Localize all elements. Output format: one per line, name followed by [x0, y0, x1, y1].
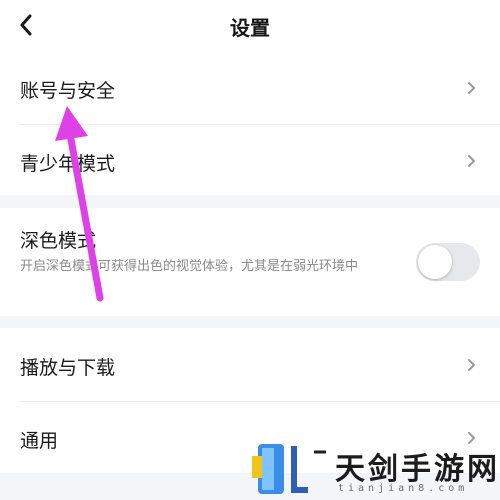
top-bar: 设置 [0, 0, 500, 52]
dark-mode-toggle[interactable] [416, 243, 480, 281]
chevron-right-icon [468, 155, 475, 167]
row-teen-mode[interactable]: 青少年模式 [0, 125, 500, 195]
account-section: 账号与安全 青少年模式 [0, 52, 500, 195]
watermark: 天剑手游网 tianjian8.com [248, 438, 500, 500]
row-label: 青少年模式 [20, 153, 116, 175]
dark-mode-label: 深色模式 [20, 230, 97, 252]
chevron-right-icon [468, 82, 475, 94]
row-play-download[interactable]: 播放与下载 [0, 328, 500, 401]
page-title: 设置 [230, 16, 270, 40]
row-account-security[interactable]: 账号与安全 [0, 52, 500, 124]
row-label: 播放与下载 [20, 357, 116, 379]
chevron-right-icon [468, 359, 475, 371]
watermark-url: tianjian8.com [338, 483, 469, 494]
watermark-name: 天剑手游网 [335, 452, 500, 487]
watermark-logo-icon [252, 444, 326, 494]
row-label: 通用 [20, 430, 59, 452]
row-label: 账号与安全 [20, 80, 116, 102]
dark-mode-description: 开启深色模式可获得出色的视觉体验，尤其是在弱光环境中 [20, 259, 359, 274]
toggle-knob [418, 245, 452, 279]
